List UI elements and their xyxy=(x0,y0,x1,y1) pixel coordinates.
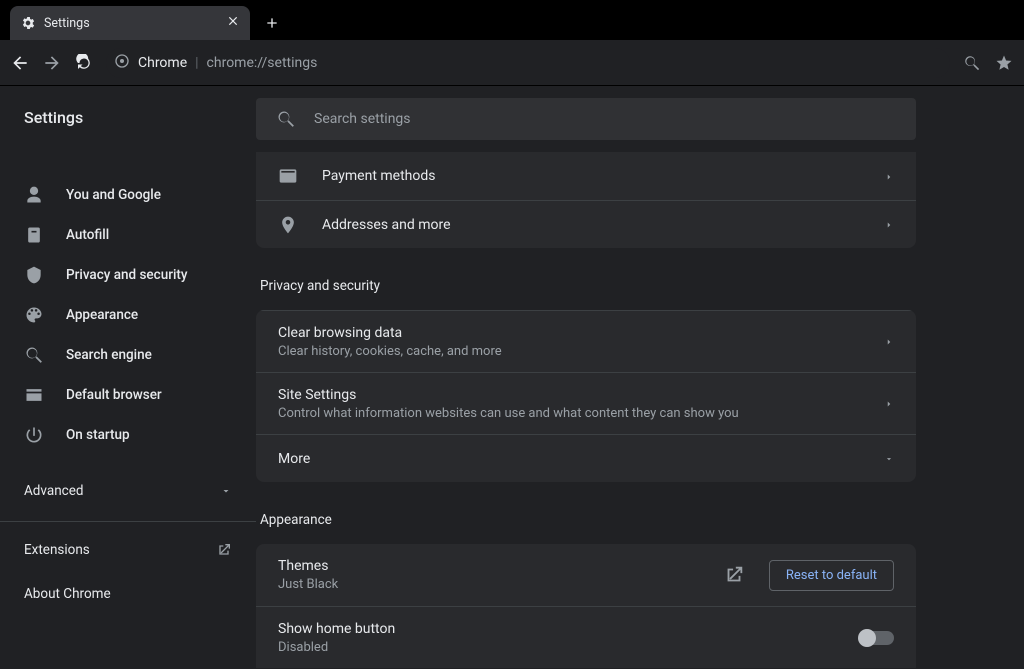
privacy-card: Clear browsing data Clear history, cooki… xyxy=(256,310,916,482)
search-icon xyxy=(276,109,296,129)
row-label: Show home button xyxy=(278,621,836,637)
chevron-right-icon xyxy=(884,332,894,351)
row-label: Themes xyxy=(278,558,699,574)
sidebar-divider xyxy=(0,521,256,522)
chevron-right-icon xyxy=(884,167,894,186)
appearance-card: Themes Just Black Reset to default Show … xyxy=(256,544,916,668)
sidebar-item-privacy[interactable]: Privacy and security xyxy=(0,255,256,295)
sidebar-advanced[interactable]: Advanced xyxy=(0,467,256,515)
row-addresses[interactable]: Addresses and more xyxy=(256,200,916,248)
row-clear-browsing-data[interactable]: Clear browsing data Clear history, cooki… xyxy=(256,310,916,372)
tab-title: Settings xyxy=(44,16,90,31)
row-label: Payment methods xyxy=(322,168,435,184)
browser-tab-settings[interactable]: Settings xyxy=(10,6,250,40)
reset-to-default-button[interactable]: Reset to default xyxy=(769,560,894,591)
sidebar-item-you-and-google[interactable]: You and Google xyxy=(0,175,256,215)
row-more[interactable]: More xyxy=(256,434,916,482)
row-payment-methods[interactable]: Payment methods xyxy=(256,152,916,200)
main-panel: Payment methods Addresses and more Priva… xyxy=(256,86,1024,669)
chrome-icon xyxy=(114,53,130,73)
close-icon[interactable] xyxy=(226,14,240,32)
omnibox-url: chrome://settings xyxy=(207,55,318,71)
sidebar-item-label: You and Google xyxy=(66,187,161,203)
row-show-home-button[interactable]: Show home button Disabled xyxy=(256,606,916,668)
chevron-right-icon xyxy=(884,215,894,234)
sidebar-item-appearance[interactable]: Appearance xyxy=(0,295,256,335)
sidebar-item-default-browser[interactable]: Default browser xyxy=(0,375,256,415)
row-site-settings[interactable]: Site Settings Control what information w… xyxy=(256,372,916,434)
chevron-right-icon xyxy=(884,394,894,413)
back-button[interactable] xyxy=(10,53,30,73)
sidebar-item-label: Appearance xyxy=(66,307,138,323)
sidebar-item-label: Search engine xyxy=(66,347,152,363)
row-sublabel: Control what information websites can us… xyxy=(278,406,860,421)
omnibox-prefix: Chrome xyxy=(138,55,187,71)
forward-button[interactable] xyxy=(42,53,62,73)
sidebar-item-label: Privacy and security xyxy=(66,267,188,283)
location-icon xyxy=(278,215,298,235)
row-label: Site Settings xyxy=(278,387,860,403)
autofill-card: Payment methods Addresses and more xyxy=(256,152,916,248)
settings-search[interactable] xyxy=(256,98,916,140)
toggle-home-button[interactable] xyxy=(860,631,894,645)
sidebar-extensions-label: Extensions xyxy=(24,542,90,558)
row-label: Clear browsing data xyxy=(278,325,860,341)
gear-icon xyxy=(20,15,36,31)
sidebar-extensions[interactable]: Extensions xyxy=(0,528,256,572)
sidebar-item-search-engine[interactable]: Search engine xyxy=(0,335,256,375)
new-tab-button[interactable] xyxy=(258,9,286,37)
sidebar-about[interactable]: About Chrome xyxy=(0,572,256,616)
open-external-icon[interactable] xyxy=(723,564,745,586)
row-themes[interactable]: Themes Just Black Reset to default xyxy=(256,544,916,606)
tab-strip: Settings xyxy=(0,0,1024,40)
sidebar-item-label: On startup xyxy=(66,427,130,443)
open-external-icon xyxy=(216,542,232,558)
row-sublabel: Clear history, cookies, cache, and more xyxy=(278,344,860,359)
section-title-appearance: Appearance xyxy=(260,512,1024,528)
omnibox-divider: | xyxy=(195,55,198,71)
reload-button[interactable] xyxy=(74,53,94,73)
sidebar-item-label: Autofill xyxy=(66,227,109,243)
chevron-down-icon xyxy=(884,449,894,468)
row-sublabel: Just Black xyxy=(278,577,699,592)
star-icon[interactable] xyxy=(994,53,1014,73)
zoom-icon[interactable] xyxy=(962,53,982,73)
sidebar-item-autofill[interactable]: Autofill xyxy=(0,215,256,255)
sidebar: Settings You and Google Autofill Privacy… xyxy=(0,86,256,669)
sidebar-about-label: About Chrome xyxy=(24,586,111,602)
section-title-privacy: Privacy and security xyxy=(260,278,1024,294)
browser-toolbar: Chrome | chrome://settings xyxy=(0,40,1024,86)
sidebar-item-on-startup[interactable]: On startup xyxy=(0,415,256,455)
row-label: Addresses and more xyxy=(322,217,451,233)
row-label: More xyxy=(278,451,310,467)
omnibox[interactable]: Chrome | chrome://settings xyxy=(106,48,950,78)
page-title: Settings xyxy=(0,108,256,127)
sidebar-item-label: Default browser xyxy=(66,387,162,403)
card-icon xyxy=(278,166,298,186)
sidebar-advanced-label: Advanced xyxy=(24,483,84,499)
search-input[interactable] xyxy=(314,111,896,127)
row-sublabel: Disabled xyxy=(278,640,836,655)
